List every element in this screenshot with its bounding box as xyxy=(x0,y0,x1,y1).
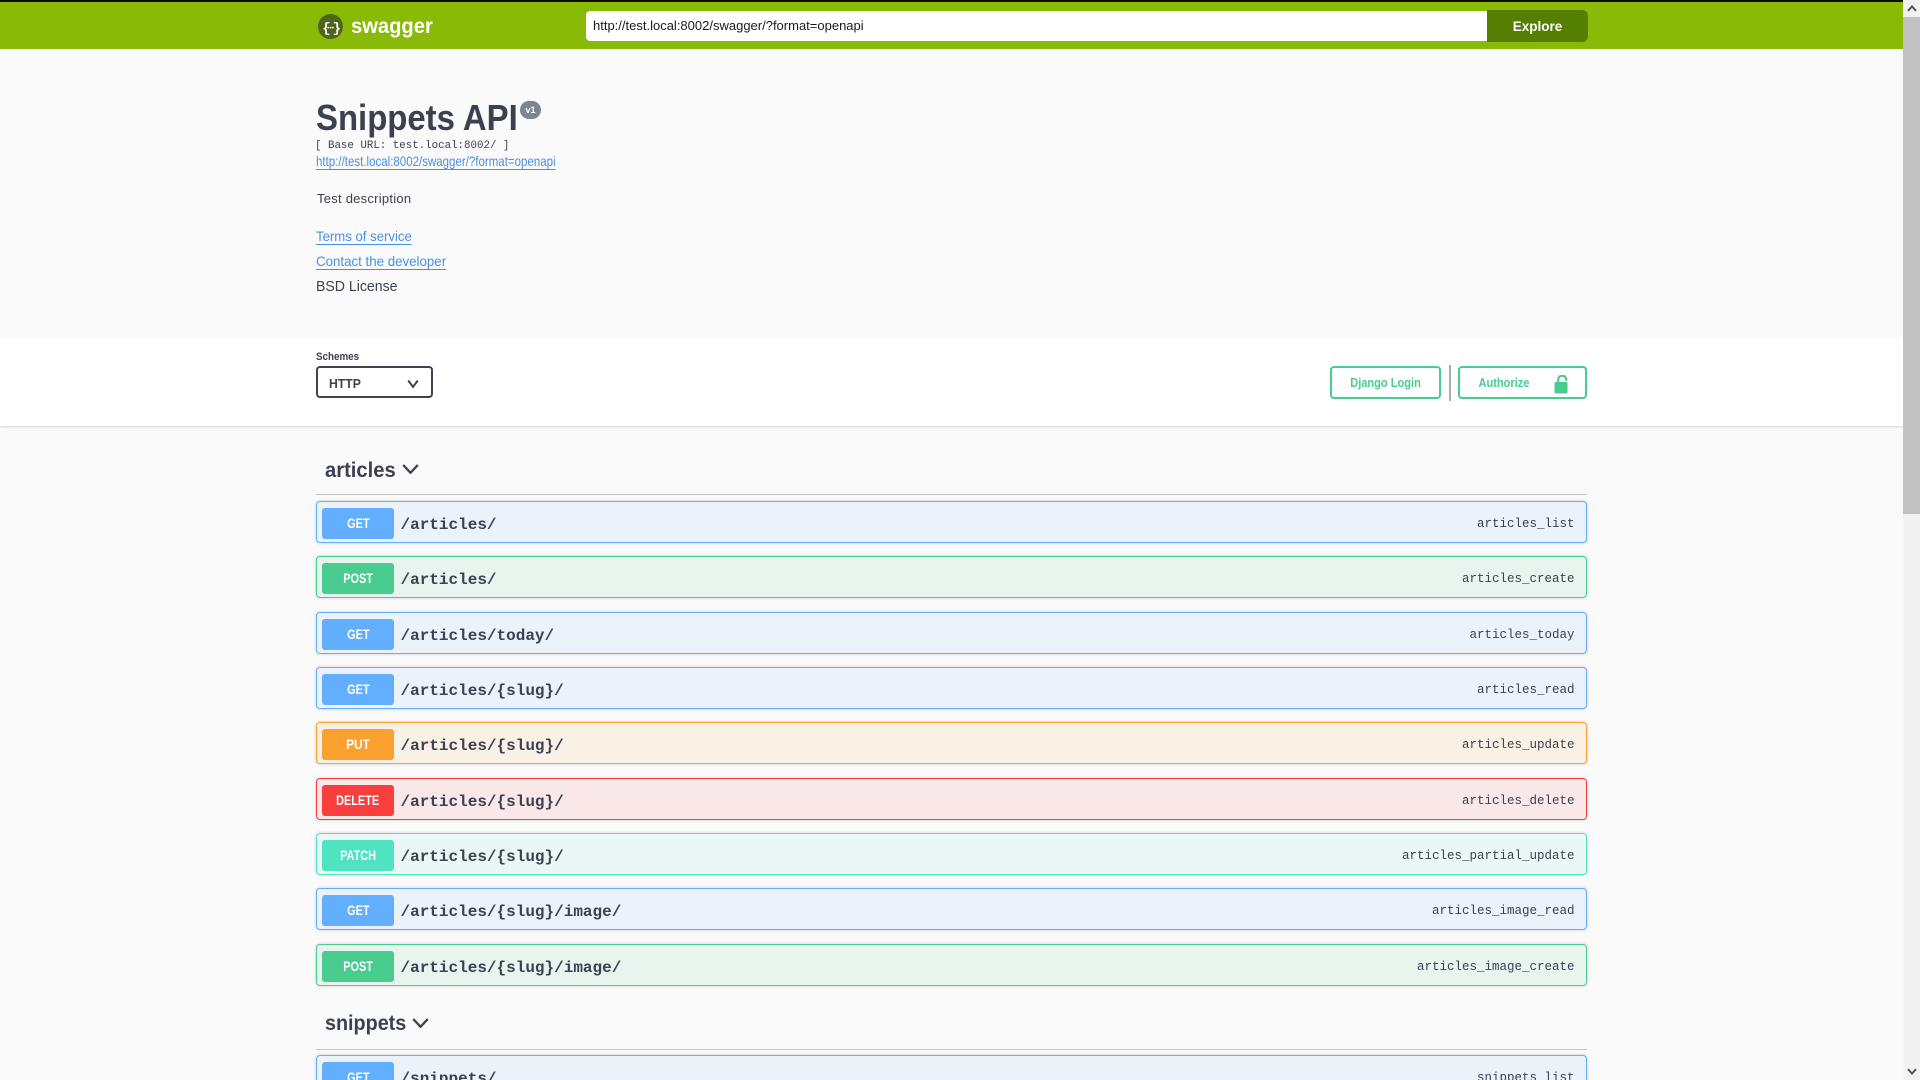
svg-text:{: { xyxy=(322,21,330,37)
svg-text:}: } xyxy=(333,21,341,37)
